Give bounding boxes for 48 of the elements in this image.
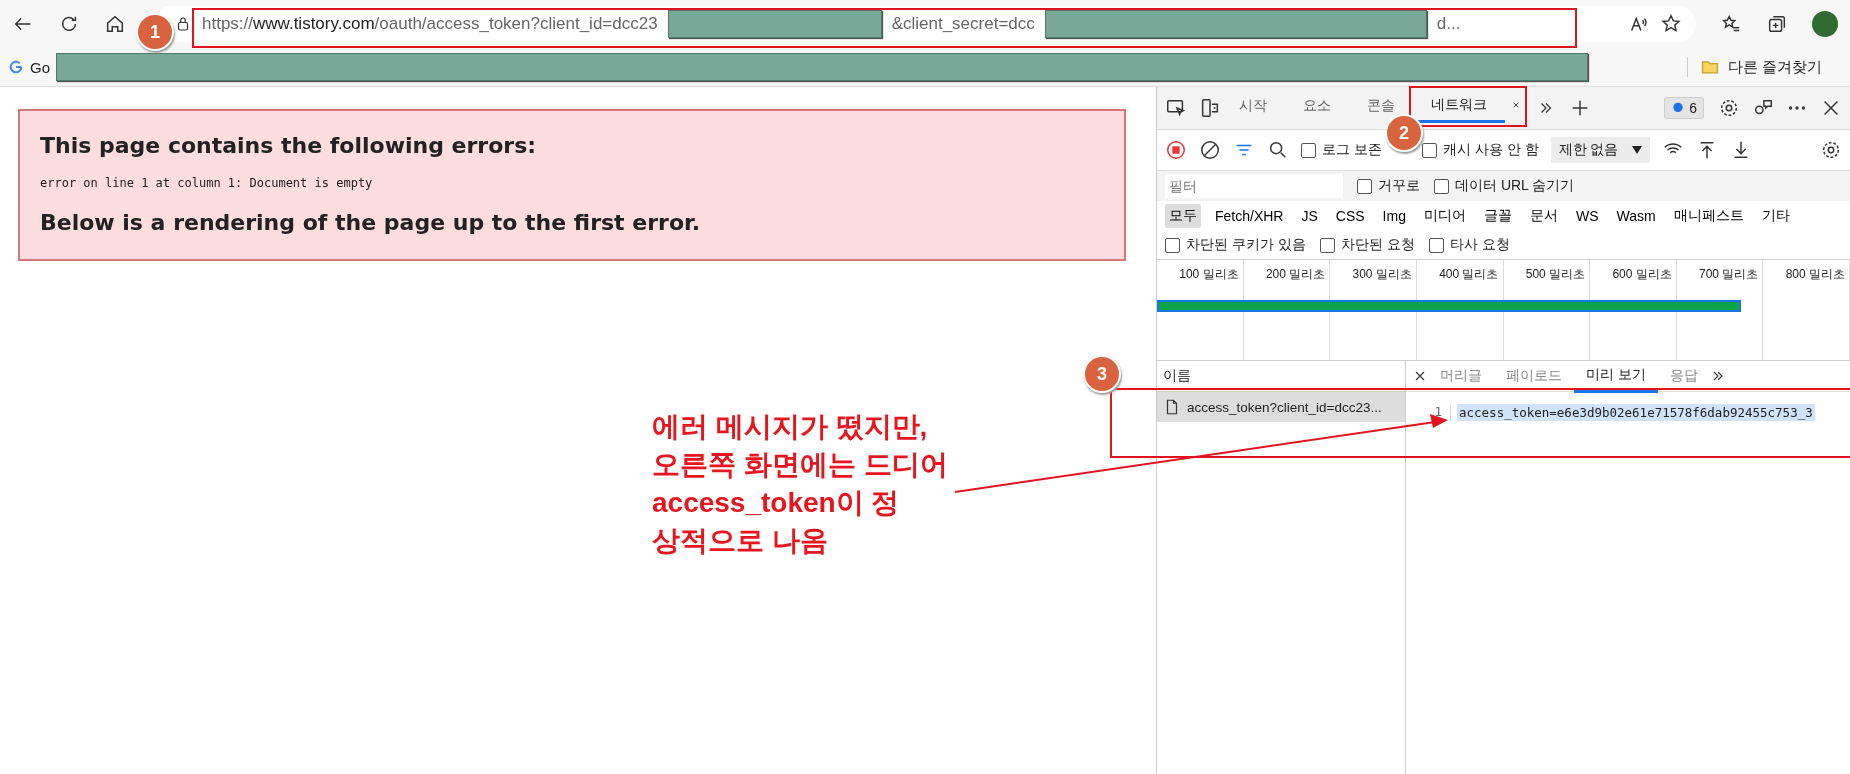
checkbox-label: 로그 보존 xyxy=(1322,141,1382,159)
checkbox-label: 데이터 URL 숨기기 xyxy=(1455,177,1575,195)
bookmark-folder[interactable]: 다른 즐겨찾기 xyxy=(1727,57,1822,77)
devtools-tab[interactable]: 요소 xyxy=(1285,89,1349,123)
filter-field[interactable]: 필터 xyxy=(1165,174,1343,198)
timeline-tick: 200 밀리초 xyxy=(1265,267,1326,281)
type-filter[interactable]: 모두 xyxy=(1165,204,1201,228)
step-badge: 2 xyxy=(1385,114,1423,152)
bookmark-item[interactable]: Go xyxy=(30,58,50,76)
type-filter[interactable]: 미디어 xyxy=(1419,204,1470,228)
url-text: &client_secret=dcc xyxy=(891,14,1035,34)
type-filter[interactable]: Img xyxy=(1378,205,1410,227)
issues-badge[interactable]: 6 xyxy=(1664,97,1704,119)
step-badge: 3 xyxy=(1083,355,1121,393)
checkbox-label: 차단된 요청 xyxy=(1340,236,1415,254)
timeline-tick: 700 밀리초 xyxy=(1699,267,1759,281)
detail-tab[interactable]: 응답 xyxy=(1657,361,1710,391)
error-footer: Below is a rendering of the page up to the first error. xyxy=(40,210,1104,235)
checkbox-label: 캐시 사용 안 함 xyxy=(1442,141,1539,159)
detail-tab[interactable]: 머리글 xyxy=(1428,361,1494,391)
url-text: d... xyxy=(1436,14,1461,34)
type-filter[interactable]: 매니페스트 xyxy=(1669,204,1748,228)
type-filter[interactable]: Wasm xyxy=(1612,205,1660,227)
type-filter[interactable]: JS xyxy=(1297,205,1322,227)
type-filter[interactable]: 기타 xyxy=(1757,204,1794,228)
request-row[interactable]: access_token?client_id=dcc23... xyxy=(1157,392,1405,422)
url-text: https://www.tistory.com/oauth/access_token?client_id=dcc23 xyxy=(202,14,658,34)
devtools-tab[interactable]: 시작 xyxy=(1221,89,1285,123)
timeline-tick: 800 밀리초 xyxy=(1785,267,1845,281)
type-filter[interactable]: CSS xyxy=(1331,205,1369,227)
type-filter[interactable]: 문서 xyxy=(1525,204,1562,228)
error-detail: error on line 1 at column 1: Document is empty xyxy=(40,176,374,190)
type-filter[interactable]: 글꼴 xyxy=(1479,204,1516,228)
error-heading: This page contains the following errors: xyxy=(40,133,538,158)
checkbox-label: 거꾸로 xyxy=(1378,177,1420,195)
column-header: 이름 xyxy=(1163,367,1191,385)
annotation-note: 에러 메시지가 떴지만, 오른쪽 화면에는 드디어 access_token이 정 상적으로 나옴 xyxy=(652,410,948,558)
checkbox-label: 타사 요청 xyxy=(1449,236,1510,254)
timeline-tick: 100 밀리초 xyxy=(1179,267,1239,281)
detail-tab[interactable]: 페이로드 xyxy=(1494,361,1574,391)
timeline-tick: 600 밀리초 xyxy=(1612,267,1672,281)
timeline-tick: 500 밀리초 xyxy=(1525,267,1586,281)
timeline-tick: 300 밀리초 xyxy=(1352,267,1412,281)
checkbox-label: 차단된 쿠키가 있음 xyxy=(1186,236,1306,254)
throttle-dropdown[interactable]: 제한 없음 xyxy=(1550,137,1651,163)
timeline-tick: 400 밀리초 xyxy=(1439,267,1499,281)
type-filter[interactable]: WS xyxy=(1571,205,1603,227)
type-filter[interactable]: Fetch/XHR xyxy=(1211,205,1288,227)
